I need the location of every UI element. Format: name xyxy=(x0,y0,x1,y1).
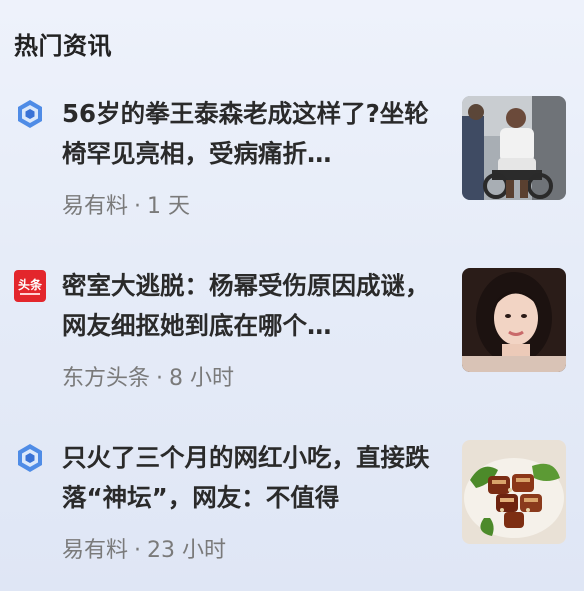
meta-separator: · xyxy=(134,538,142,563)
news-time: 23 小时 xyxy=(147,538,227,563)
news-panel: 热门资讯 56岁的拳王泰森老成这样了?坐轮椅罕见亮相，受病痛折… 易有料 · 1 天 xyxy=(0,0,584,591)
news-thumbnail[interactable] xyxy=(462,440,566,544)
news-item[interactable]: 56岁的拳王泰森老成这样了?坐轮椅罕见亮相，受病痛折… 易有料 · 1 天 xyxy=(0,96,584,220)
hexagon-logo-icon xyxy=(14,442,46,474)
hexagon-logo-icon xyxy=(14,98,46,130)
news-meta: 东方头条 · 8 小时 xyxy=(62,360,234,392)
meta-separator: · xyxy=(134,194,142,219)
news-item[interactable]: 头条 密室大逃脱：杨幂受伤原因成谜，网友细抠她到底在哪个… 东方头条 · 8 小时 xyxy=(0,268,584,392)
news-source: 易有料 xyxy=(62,538,129,563)
news-source: 东方头条 xyxy=(62,366,151,391)
news-time: 1 天 xyxy=(147,194,191,219)
news-thumbnail[interactable] xyxy=(462,268,566,372)
meta-separator: · xyxy=(156,366,164,391)
toutiao-logo-text: 头条 xyxy=(18,277,43,292)
news-item[interactable]: 只火了三个月的网红小吃，直接跌落“神坛”，网友：不值得 易有料 · 23 小时 xyxy=(0,440,584,564)
section-title: 热门资讯 xyxy=(14,32,112,60)
news-thumbnail[interactable] xyxy=(462,96,566,200)
news-title[interactable]: 密室大逃脱：杨幂受伤原因成谜，网友细抠她到底在哪个… xyxy=(62,266,434,346)
news-meta: 易有料 · 1 天 xyxy=(62,188,190,220)
toutiao-red-logo-icon: 头条 xyxy=(14,270,46,302)
news-title[interactable]: 56岁的拳王泰森老成这样了?坐轮椅罕见亮相，受病痛折… xyxy=(62,94,434,174)
news-source: 易有料 xyxy=(62,194,129,219)
news-title[interactable]: 只火了三个月的网红小吃，直接跌落“神坛”，网友：不值得 xyxy=(62,438,434,518)
news-time: 8 小时 xyxy=(169,366,235,391)
news-meta: 易有料 · 23 小时 xyxy=(62,532,226,564)
